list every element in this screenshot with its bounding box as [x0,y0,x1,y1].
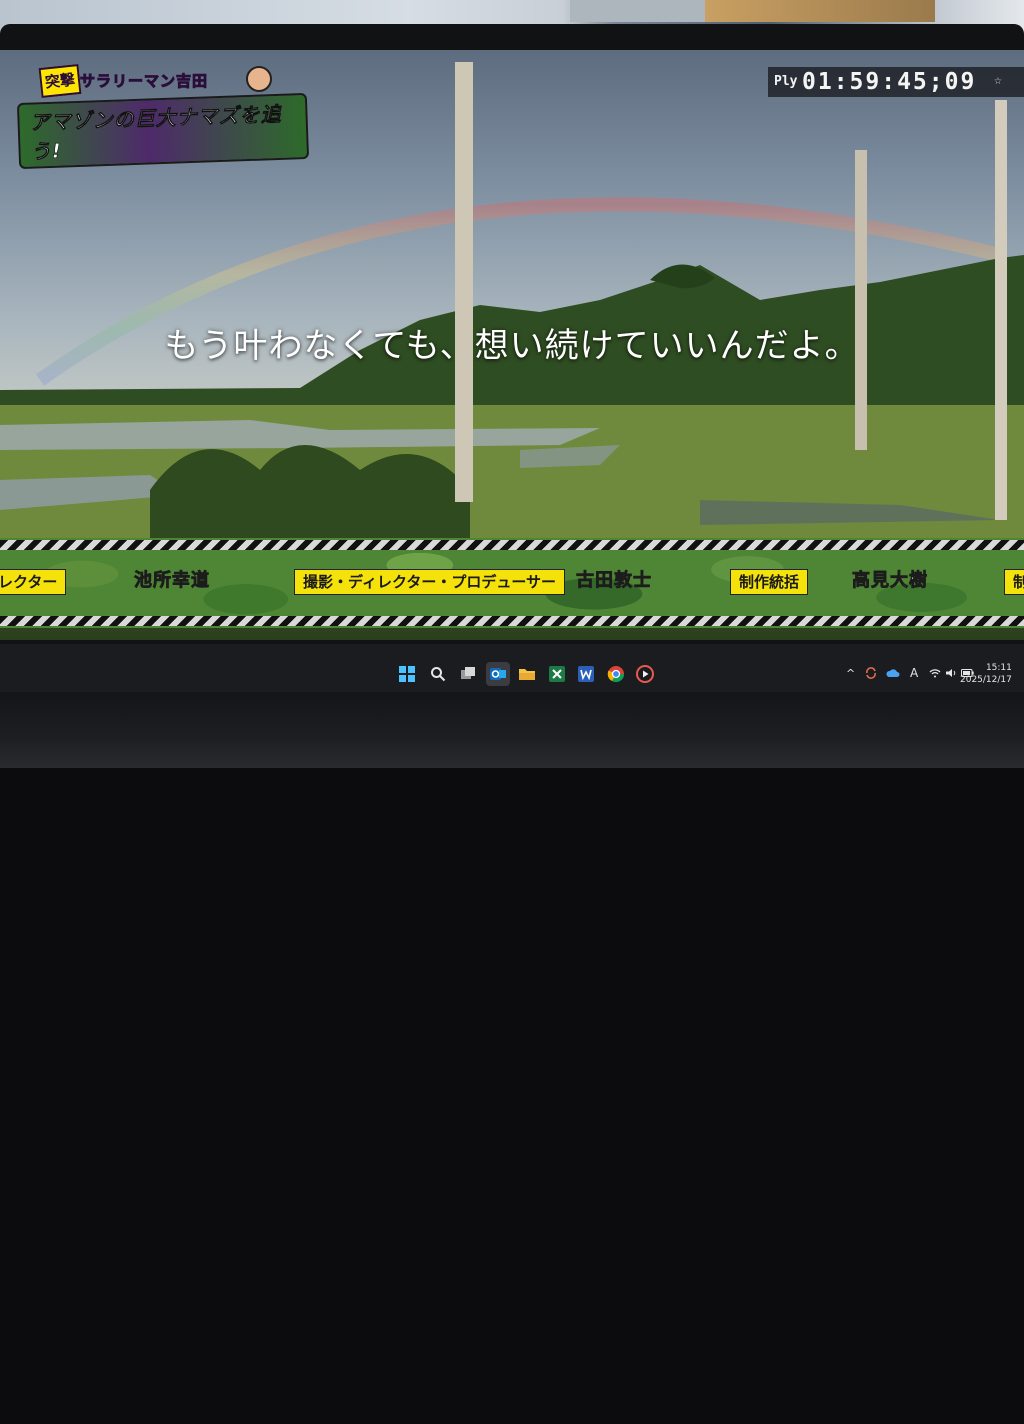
hazard-stripe-top [0,540,1024,550]
ime-indicator[interactable]: A [910,666,918,680]
sync-icon[interactable] [864,666,878,680]
subtitle-text: もう叶わなくても、想い続けていいんだよ。 [164,326,860,366]
dead-tree-trunk [855,150,867,450]
video-player[interactable]: 突撃 サラリーマン吉田 アマゾンの巨大ナマズを追う! Ply 01:59:45;… [0,50,1024,640]
onedrive-icon[interactable] [885,666,901,680]
start-icon[interactable] [397,664,417,684]
chrome-icon[interactable] [606,664,626,684]
excel-icon[interactable] [547,664,567,684]
background-building [705,0,935,22]
star-icon: ☆ [994,73,1002,88]
hazard-stripe-bottom [0,616,1024,626]
foreground-shrub [150,445,470,545]
credit-name: 池所幸道 [134,570,210,592]
timecode-value: 01:59:45;09 [802,69,977,95]
search-icon[interactable] [428,664,448,684]
credit-role: 制 [1004,569,1024,595]
credit-name: 古田敦士 [576,570,652,592]
monitor-bezel [0,692,1024,768]
clock-time: 15:11 [985,663,1012,673]
background-building [570,0,705,22]
logo-badge: 突撃 [38,63,82,99]
dead-tree-trunk [995,100,1007,520]
credit-role: 撮影・ディレクター・プロデューサー [294,569,566,595]
credit-role: ディレクター [0,569,67,595]
taskbar-clock[interactable]: 15:11 2025/12/17 [960,662,1012,686]
credits-banner: ディレクター 池所幸道 撮影・ディレクター・プロデューサー 古田敦士 制作統括 … [0,538,1024,628]
dead-tree-trunk [455,62,473,502]
tray-chevron[interactable]: ^ [846,667,855,680]
file-explorer-icon[interactable] [517,664,537,684]
clock-date: 2025/12/17 [960,675,1012,685]
show-logo: 突撃 サラリーマン吉田 アマゾンの巨大ナマズを追う! [16,62,310,170]
wifi-icon[interactable] [928,666,942,680]
monitor-brand-mark [470,1410,580,1424]
timecode-display: Ply 01:59:45;09 ☆ [768,67,1024,97]
word-icon[interactable] [576,664,596,684]
task-view-icon[interactable] [458,664,478,684]
media-player-icon[interactable] [635,664,655,684]
host-face-icon [246,66,272,92]
outlook-icon[interactable] [486,662,510,686]
logo-title-line1: サラリーマン吉田 [79,72,209,91]
playback-mode: Ply [774,74,798,89]
logo-title-line2: アマゾンの巨大ナマズを追う! [16,92,310,170]
credit-name: 高見大樹 [852,570,928,592]
volume-icon[interactable] [944,666,958,680]
credit-role: 制作統括 [730,569,809,595]
